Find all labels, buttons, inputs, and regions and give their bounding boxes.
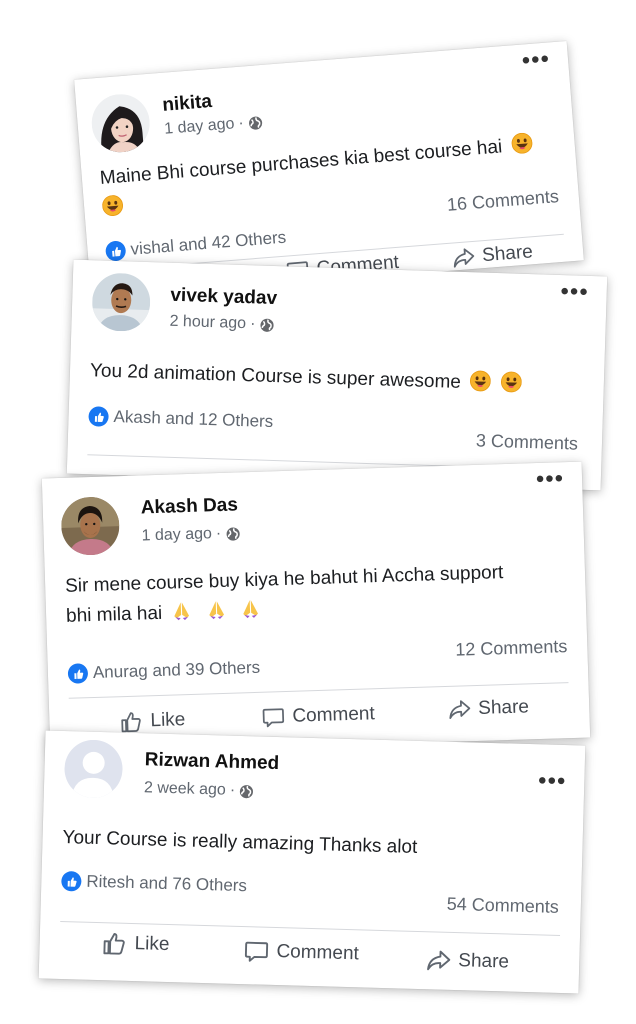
more-options-icon[interactable]: ••• bbox=[535, 465, 564, 493]
comment-icon bbox=[243, 938, 270, 965]
post-card-rizwan-ahmed: ••• Rizwan Ahmed 2 week ago · Your Cours… bbox=[38, 730, 586, 994]
post-time[interactable]: 2 week ago bbox=[144, 779, 226, 799]
more-options-icon[interactable]: ••• bbox=[560, 278, 589, 306]
comments-count[interactable]: 12 Comments bbox=[455, 636, 568, 661]
reaction-names: Ritesh and 76 Others bbox=[86, 871, 248, 896]
post-meta: 2 week ago · bbox=[144, 779, 255, 800]
post-text: Your Course is really amazing Thanks alo… bbox=[62, 827, 418, 858]
folded-hands-emoji bbox=[240, 598, 262, 620]
share-button[interactable]: Share bbox=[447, 695, 529, 722]
folded-hands-emoji bbox=[205, 599, 227, 621]
post-text: Sir mene course buy kiya he bahut hi Acc… bbox=[64, 562, 504, 627]
like-badge-icon bbox=[104, 240, 127, 262]
comment-icon bbox=[261, 705, 286, 730]
avatar[interactable] bbox=[60, 496, 121, 556]
comment-label: Comment bbox=[276, 941, 360, 965]
post-card-nikita: ••• nikita 1 day ago · Maine Bhi course … bbox=[74, 40, 584, 300]
post-meta: 1 day ago · bbox=[141, 524, 240, 545]
share-label: Share bbox=[481, 241, 534, 267]
testimonial-collage: ••• nikita 1 day ago · Maine Bhi course … bbox=[0, 0, 636, 1024]
post-text: You 2d animation Course is super awesome bbox=[90, 356, 591, 402]
post-author[interactable]: nikita bbox=[162, 91, 213, 117]
meta-separator: · bbox=[215, 524, 222, 543]
comments-count[interactable]: 3 Comments bbox=[476, 430, 579, 454]
post-meta: 2 hour ago · bbox=[169, 313, 274, 334]
smiley-emoji bbox=[500, 371, 522, 393]
meta-separator: · bbox=[249, 315, 256, 333]
post-time[interactable]: 2 hour ago bbox=[169, 313, 246, 333]
post-time[interactable]: 1 day ago bbox=[141, 525, 212, 545]
meta-separator: · bbox=[237, 114, 245, 132]
comment-label: Comment bbox=[292, 703, 376, 727]
more-options-icon[interactable]: ••• bbox=[538, 767, 567, 795]
reaction-names: Anurag and 39 Others bbox=[92, 657, 261, 683]
share-button[interactable]: Share bbox=[425, 947, 509, 975]
reaction-summary[interactable]: vishal and 42 Others bbox=[104, 227, 287, 262]
comment-button[interactable]: Comment bbox=[261, 702, 375, 730]
share-button[interactable]: Share bbox=[450, 240, 534, 271]
globe-icon bbox=[259, 317, 274, 332]
share-icon bbox=[425, 947, 452, 974]
folded-hands-emoji bbox=[171, 600, 193, 622]
reaction-names: Akash and 12 Others bbox=[113, 407, 274, 432]
post-meta: 1 day ago · bbox=[164, 113, 264, 139]
avatar[interactable] bbox=[89, 92, 152, 155]
like-button[interactable]: Like bbox=[119, 708, 186, 734]
like-label: Like bbox=[134, 933, 170, 956]
smiley-emoji bbox=[510, 132, 533, 155]
more-options-icon[interactable]: ••• bbox=[521, 45, 551, 74]
globe-icon bbox=[225, 526, 240, 541]
like-badge-icon bbox=[88, 406, 109, 427]
thumbs-up-icon bbox=[101, 930, 128, 957]
like-button[interactable]: Like bbox=[101, 930, 170, 958]
share-label: Share bbox=[477, 696, 530, 719]
share-label: Share bbox=[458, 950, 510, 973]
comments-count[interactable]: 54 Comments bbox=[447, 894, 560, 918]
reaction-summary[interactable]: Anurag and 39 Others bbox=[67, 657, 261, 684]
post-author[interactable]: Rizwan Ahmed bbox=[144, 749, 279, 775]
smiley-emoji bbox=[470, 370, 492, 392]
reaction-summary[interactable]: Akash and 12 Others bbox=[88, 406, 274, 432]
avatar[interactable] bbox=[91, 272, 152, 333]
post-author[interactable]: vivek yadav bbox=[170, 285, 277, 310]
default-avatar-icon[interactable] bbox=[63, 739, 124, 799]
like-badge-icon bbox=[67, 663, 89, 684]
post-author[interactable]: Akash Das bbox=[140, 494, 238, 519]
smiley-emoji bbox=[101, 194, 124, 217]
comment-button[interactable]: Comment bbox=[243, 938, 359, 967]
post-card-akash-das: ••• Akash Das 1 day ago · Sir mene cours… bbox=[41, 461, 591, 755]
share-icon bbox=[450, 245, 476, 271]
post-time[interactable]: 1 day ago bbox=[164, 115, 235, 138]
reaction-summary[interactable]: Ritesh and 76 Others bbox=[61, 871, 247, 896]
thumbs-up-icon bbox=[119, 709, 144, 734]
reaction-names: vishal and 42 Others bbox=[129, 227, 287, 259]
post-card-vivek-yadav: ••• vivek yadav 2 hour ago · You 2d anim… bbox=[66, 259, 608, 491]
globe-icon bbox=[239, 783, 254, 798]
globe-icon bbox=[247, 115, 263, 131]
like-badge-icon bbox=[61, 871, 82, 892]
meta-separator: · bbox=[229, 781, 236, 799]
share-icon bbox=[447, 697, 472, 722]
like-label: Like bbox=[150, 709, 186, 732]
